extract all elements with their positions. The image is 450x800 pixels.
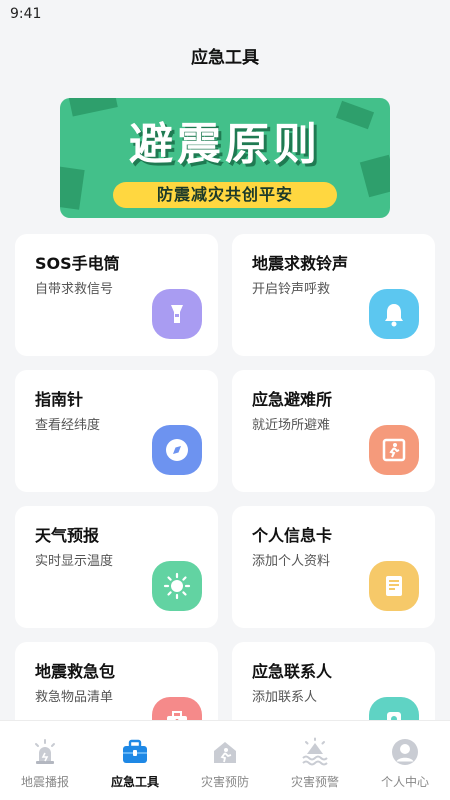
shelter-exit-icon: [369, 425, 419, 475]
sun-icon: [152, 561, 202, 611]
tool-card-sos-flashlight[interactable]: SOS手电筒 自带求救信号: [15, 234, 218, 356]
tool-title: 指南针: [35, 390, 84, 409]
banner-title: 避震原则: [129, 119, 321, 170]
tab-label: 个人中心: [380, 775, 429, 789]
flood-alert-icon: [302, 737, 328, 766]
tool-title: 应急联系人: [252, 662, 333, 681]
tool-card-compass[interactable]: 指南针 查看经纬度: [15, 370, 218, 492]
tool-card-emergency-kit[interactable]: 地震救急包 救急物品清单: [15, 642, 218, 720]
tool-title: 天气预报: [35, 526, 100, 545]
tool-title: 应急避难所: [252, 390, 333, 409]
tool-card-weather[interactable]: 天气预报 实时显示温度: [15, 506, 218, 628]
emergency-kit-icon: [152, 697, 202, 720]
compass-icon: [152, 425, 202, 475]
tool-title: 个人信息卡: [252, 526, 333, 545]
tool-title: 地震求救铃声: [252, 254, 349, 273]
tool-grid: SOS手电筒 自带求救信号 地震求救铃声 开启铃声呼救 指南针 查看经纬度 应急…: [15, 234, 435, 720]
tool-title: SOS手电筒: [35, 254, 120, 273]
tool-title: 地震救急包: [35, 662, 116, 681]
tab-emergency-tools[interactable]: 应急工具: [90, 731, 180, 791]
status-bar: 9:41: [0, 0, 450, 26]
tab-label: 地震播报: [20, 775, 69, 789]
banner-subtitle: 防震减灾共创平安: [113, 182, 337, 208]
tab-disaster-prevention[interactable]: 灾害预防: [180, 731, 270, 791]
tool-card-ringtone[interactable]: 地震求救铃声 开启铃声呼救: [232, 234, 435, 356]
tool-desc: 实时显示温度: [35, 554, 114, 569]
tab-label: 灾害预防: [200, 775, 249, 789]
tool-card-shelter[interactable]: 应急避难所 就近场所避难: [232, 370, 435, 492]
house-escape-icon: [214, 742, 236, 763]
banner-decoration: [60, 166, 85, 210]
tab-disaster-warning[interactable]: 灾害预警: [270, 731, 360, 791]
page-title: 应急工具: [191, 48, 259, 68]
tab-earthquake-broadcast[interactable]: 地震播报: [0, 731, 90, 791]
tool-desc: 查看经纬度: [35, 418, 101, 433]
info-card-icon: [369, 561, 419, 611]
tool-card-contacts[interactable]: 应急联系人 添加联系人: [232, 642, 435, 720]
banner[interactable]: 避震原则 防震减灾共创平安: [60, 98, 390, 218]
siren-icon: [35, 739, 55, 764]
status-time: 9:41: [10, 6, 42, 22]
user-icon: [392, 739, 418, 765]
tool-card-info-card[interactable]: 个人信息卡 添加个人资料: [232, 506, 435, 628]
tab-profile[interactable]: 个人中心: [360, 731, 450, 791]
tab-label: 应急工具: [110, 775, 159, 789]
tool-desc: 开启铃声呼救: [252, 282, 331, 297]
bottom-tab-bar: 地震播报 应急工具 灾害预防 灾害预警 个人中心: [0, 720, 450, 800]
toolbox-icon: [123, 739, 147, 763]
flashlight-icon: [152, 289, 202, 339]
tool-desc: 添加个人资料: [252, 554, 331, 569]
tool-desc: 救急物品清单: [35, 690, 114, 705]
bell-icon: [369, 289, 419, 339]
tool-desc: 就近场所避难: [252, 418, 331, 433]
contact-icon: [369, 697, 419, 720]
tool-desc: 自带求救信号: [35, 282, 114, 297]
tab-label: 灾害预警: [290, 775, 339, 789]
tool-desc: 添加联系人: [252, 690, 318, 705]
